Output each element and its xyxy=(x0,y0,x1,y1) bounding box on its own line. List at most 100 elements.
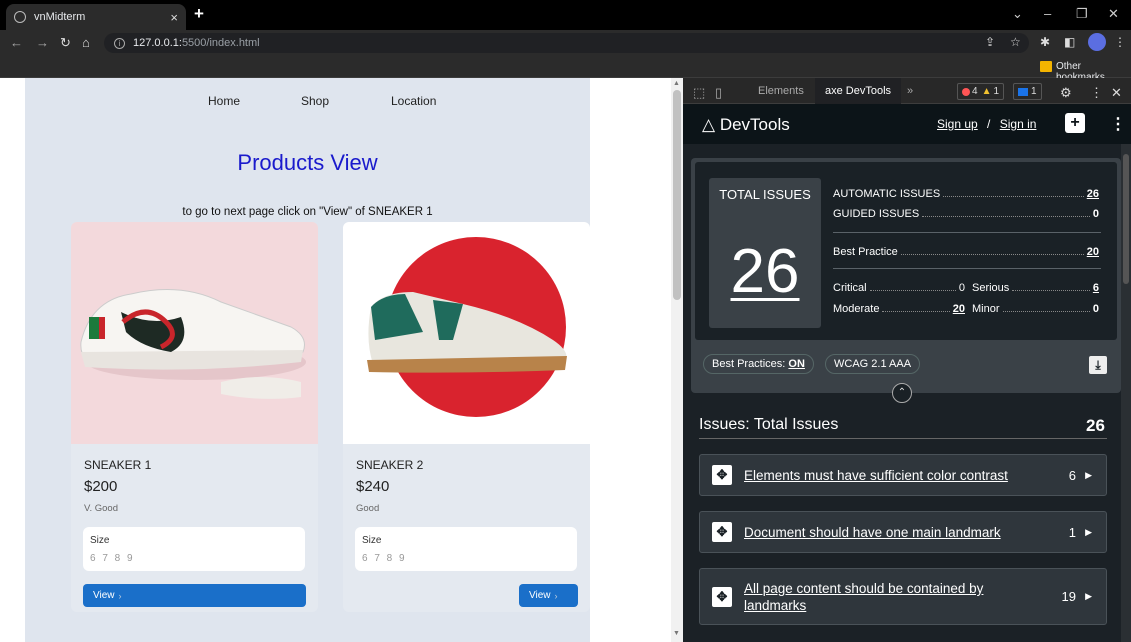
sign-up-link[interactable]: Sign up xyxy=(937,117,978,131)
total-issues-box: TOTAL ISSUES 26 xyxy=(709,178,821,328)
minimize-icon[interactable]: – xyxy=(1044,6,1051,21)
close-tab-icon[interactable]: × xyxy=(170,10,178,25)
profile-avatar[interactable] xyxy=(1088,33,1106,51)
product-image xyxy=(343,222,590,444)
issue-count: 1 xyxy=(1068,525,1076,540)
issue-item[interactable]: ✥ Document should have one main landmark… xyxy=(699,511,1107,553)
close-window-icon[interactable]: ✕ xyxy=(1108,6,1119,22)
issue-title[interactable]: All page content should be contained by … xyxy=(744,580,1014,614)
issue-item[interactable]: ✥ All page content should be contained b… xyxy=(699,568,1107,625)
chevron-right-icon: › xyxy=(554,590,558,601)
web-page: Home Shop Location Products View to go t… xyxy=(0,78,671,642)
axe-header: △ DevTools Sign up / Sign in + ⋮ xyxy=(683,104,1131,144)
axe-logo: △ DevTools xyxy=(702,115,790,135)
crosshair-icon: ✥ xyxy=(712,587,732,607)
crosshair-icon: ✥ xyxy=(712,522,732,542)
back-icon[interactable]: ← xyxy=(10,35,23,50)
url-field[interactable]: i 127.0.0.1: 5500/index.html xyxy=(104,33,1029,53)
scrollbar-thumb[interactable] xyxy=(673,90,681,300)
view-button[interactable]: View › xyxy=(83,584,306,607)
devtools-scrollbar[interactable] xyxy=(1121,144,1131,642)
issue-title[interactable]: Elements must have sufficient color cont… xyxy=(744,467,1008,484)
issue-item[interactable]: ✥ Elements must have sufficient color co… xyxy=(699,454,1107,496)
nav-location[interactable]: Location xyxy=(391,94,436,108)
issue-count: 19 xyxy=(1061,589,1076,604)
size-values: 6 7 8 9 xyxy=(362,553,407,564)
share-icon[interactable]: ⇪ xyxy=(985,35,995,49)
reload-icon[interactable]: ↻ xyxy=(60,35,71,51)
guided-issues-value: 0 xyxy=(1092,208,1099,220)
minor-label: Minor xyxy=(972,303,1000,315)
best-practice-value[interactable]: 20 xyxy=(1087,246,1099,258)
devtools-menu-icon[interactable]: ⋮ xyxy=(1090,85,1103,101)
tab-elements[interactable]: Elements xyxy=(758,85,804,97)
axe-triangle-icon: △ xyxy=(702,115,716,134)
critical-row: Critical 0 xyxy=(833,282,965,294)
automatic-issues-row: AUTOMATIC ISSUES 26 xyxy=(833,188,1099,200)
tab-axe-devtools[interactable]: axe DevTools xyxy=(815,78,901,104)
restore-icon[interactable]: ❐ xyxy=(1076,6,1088,22)
divider xyxy=(699,438,1107,439)
sign-in-link[interactable]: Sign in xyxy=(1000,117,1037,131)
browser-tab[interactable]: vnMidterm × xyxy=(6,4,186,30)
summary-panel: TOTAL ISSUES 26 AUTOMATIC ISSUES 26 GUID… xyxy=(691,158,1121,393)
axe-logo-text: DevTools xyxy=(719,115,790,134)
home-icon[interactable]: ⌂ xyxy=(82,35,90,50)
forward-icon[interactable]: → xyxy=(36,35,49,50)
nav-shop[interactable]: Shop xyxy=(301,94,329,108)
view-button-label: View xyxy=(93,590,115,601)
scroll-up-icon[interactable]: ▲ xyxy=(673,80,680,87)
more-tabs-icon[interactable]: » xyxy=(907,85,913,97)
url-host: 127.0.0.1: xyxy=(133,37,182,49)
issues-heading: Issues: Total Issues xyxy=(699,416,839,433)
products-container: Home Shop Location Products View to go t… xyxy=(25,78,590,642)
caret-right-icon[interactable]: ▶ xyxy=(1085,591,1092,602)
download-icon[interactable]: ⤓ xyxy=(1089,356,1107,374)
axe-menu-icon[interactable]: ⋮ xyxy=(1110,114,1126,134)
caret-right-icon[interactable]: ▶ xyxy=(1085,470,1092,481)
caret-right-icon[interactable]: ▶ xyxy=(1085,527,1092,538)
size-label: Size xyxy=(362,535,382,546)
issue-title[interactable]: Document should have one main landmark xyxy=(744,524,1001,541)
divider xyxy=(833,268,1101,269)
product-card: SNEAKER 2 $240 Good Size 6 7 8 9 View › xyxy=(343,222,590,612)
issues-badge[interactable]: 4 ▲ 1 xyxy=(957,83,1005,100)
best-practices-label: Best Practices: xyxy=(712,358,786,370)
standard-selector[interactable]: WCAG 2.1 AAA xyxy=(825,354,921,374)
device-toolbar-icon[interactable]: ▯ xyxy=(715,85,722,101)
best-practice-label: Best Practice xyxy=(833,246,898,258)
crosshair-icon: ✥ xyxy=(712,465,732,485)
guided-issues-label: GUIDED ISSUES xyxy=(833,208,920,220)
warning-count: 1 xyxy=(993,86,1000,97)
total-issues-value[interactable]: 26 xyxy=(709,236,821,307)
message-count: 1 xyxy=(1031,86,1037,97)
bookmark-star-icon[interactable]: ☆ xyxy=(1010,35,1021,49)
serious-value[interactable]: 6 xyxy=(1093,282,1099,294)
close-devtools-icon[interactable]: ✕ xyxy=(1111,85,1122,101)
error-count: 4 xyxy=(972,86,978,97)
devtools-panel: ⬚ ▯ Elements axe DevTools » 4 ▲ 1 1 ⚙ ⋮ ✕… xyxy=(683,78,1131,642)
side-panel-icon[interactable]: ◧ xyxy=(1064,35,1075,49)
view-button[interactable]: View › xyxy=(519,584,578,607)
devtools-scrollbar-thumb[interactable] xyxy=(1123,154,1129,284)
extensions-icon[interactable]: ✱ xyxy=(1040,35,1050,49)
devtools-tabbar: ⬚ ▯ Elements axe DevTools » 4 ▲ 1 1 ⚙ ⋮ ✕ xyxy=(683,78,1131,104)
moderate-value[interactable]: 20 xyxy=(953,303,965,315)
scroll-down-icon[interactable]: ▼ xyxy=(673,630,680,637)
new-tab-button[interactable]: + xyxy=(194,4,204,24)
nav-home[interactable]: Home xyxy=(208,94,240,108)
settings-gear-icon[interactable]: ⚙ xyxy=(1060,85,1072,101)
collapse-summary-icon[interactable]: ⌃ xyxy=(892,383,912,403)
menu-icon[interactable]: ⋮ xyxy=(1114,35,1126,49)
inspect-icon[interactable]: ⬚ xyxy=(693,85,705,101)
site-info-icon[interactable]: i xyxy=(114,37,125,49)
best-practices-toggle[interactable]: Best Practices: ON xyxy=(703,354,814,374)
tab-search-icon[interactable]: ⌄ xyxy=(1012,6,1023,22)
chevron-right-icon: › xyxy=(118,590,122,601)
messages-badge[interactable]: 1 xyxy=(1013,83,1042,100)
critical-label: Critical xyxy=(833,282,867,294)
view-button-label: View xyxy=(529,590,551,601)
page-scrollbar[interactable]: ▲ ▼ xyxy=(671,78,683,642)
new-scan-icon[interactable]: + xyxy=(1065,113,1085,133)
automatic-issues-value[interactable]: 26 xyxy=(1087,188,1099,200)
